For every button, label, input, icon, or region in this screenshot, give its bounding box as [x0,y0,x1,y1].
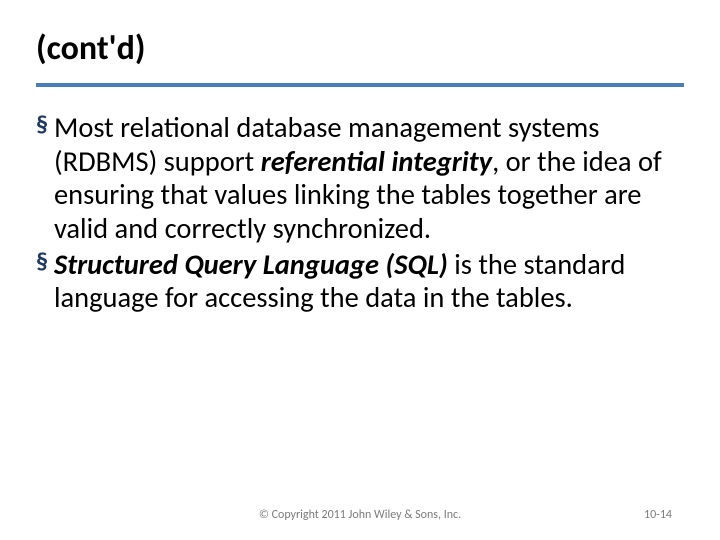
bullet-text: Most relational database management syst… [54,111,684,246]
bullet-em: referential integrity [261,144,492,179]
page-number: 10-14 [644,508,672,522]
slide-title: (cont'd) [36,28,684,69]
footer: © Copyright 2011 John Wiley & Sons, Inc. [0,508,720,522]
slide-container: (cont'd) § Most relational database mana… [0,0,720,540]
bullet-item: § Structured Query Language (SQL) is the… [36,248,684,315]
bullet-text: Structured Query Language (SQL) is the s… [54,248,684,315]
slide-content: § Most relational database management sy… [36,111,684,315]
bullet-marker-icon: § [36,111,48,139]
bullet-em: Structured Query Language (SQL) [54,247,448,282]
bullet-marker-icon: § [36,248,48,276]
bullet-item: § Most relational database management sy… [36,111,684,246]
bullet-prefix: Most [54,110,114,145]
copyright-text: © Copyright 2011 John Wiley & Sons, Inc. [259,508,461,522]
title-underline [36,83,684,87]
